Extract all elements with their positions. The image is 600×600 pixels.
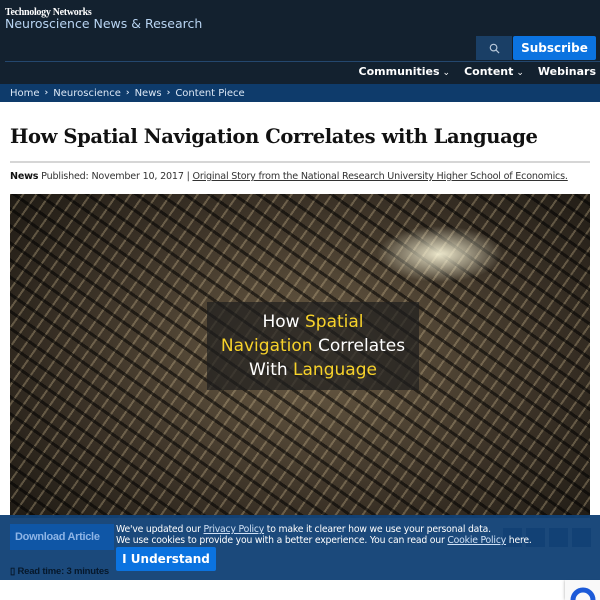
breadcrumb: Home › Neuroscience › News › Content Piece bbox=[0, 84, 600, 102]
hero-image: How Spatial Navigation Correlates With L… bbox=[10, 194, 590, 518]
cookie-policy-link[interactable]: Cookie Policy bbox=[447, 535, 506, 546]
chevron-down-icon: ⌄ bbox=[442, 68, 451, 78]
nav-webinars[interactable]: Webinars bbox=[538, 65, 596, 78]
privacy-policy-link[interactable]: Privacy Policy bbox=[203, 524, 264, 535]
page-title: How Spatial Navigation Correlates with L… bbox=[10, 125, 538, 148]
cookie-text-line-2: We use cookies to provide you with a bet… bbox=[116, 535, 532, 546]
main-nav: Communities ⌄ Content ⌄ Webinars bbox=[359, 65, 596, 78]
breadcrumb-news[interactable]: News bbox=[135, 88, 162, 99]
hero-caption: How Spatial Navigation Correlates With L… bbox=[220, 312, 406, 380]
article-meta: News Published: November 10, 2017 | Orig… bbox=[10, 171, 568, 182]
download-article-button[interactable]: Download Article bbox=[10, 524, 114, 550]
nav-communities[interactable]: Communities ⌄ bbox=[359, 65, 451, 78]
source-link[interactable]: Original Story from the National Researc… bbox=[192, 171, 568, 182]
chevron-down-icon: ⌄ bbox=[516, 68, 524, 78]
subscribe-button[interactable]: Subscribe bbox=[513, 36, 596, 60]
divider bbox=[5, 61, 600, 62]
breadcrumb-neuroscience[interactable]: Neuroscience bbox=[53, 88, 121, 99]
nav-content[interactable]: Content ⌄ bbox=[464, 65, 524, 78]
search-button[interactable] bbox=[476, 36, 512, 60]
read-time: ▯ Read time: 3 minutes bbox=[10, 566, 110, 577]
chevron-right-icon: › bbox=[166, 88, 171, 98]
recaptcha-badge[interactable] bbox=[565, 580, 600, 600]
publish-date: Published: November 10, 2017 | bbox=[41, 171, 190, 182]
divider bbox=[10, 161, 590, 163]
recaptcha-icon bbox=[570, 587, 596, 600]
search-icon bbox=[489, 43, 500, 54]
breadcrumb-home[interactable]: Home bbox=[10, 88, 40, 99]
chevron-right-icon: › bbox=[125, 88, 130, 98]
cookie-text-line-1: We've updated our Privacy Policy to make… bbox=[116, 524, 491, 535]
site-name[interactable]: Neuroscience News & Research bbox=[5, 16, 202, 31]
article-type: News bbox=[10, 171, 39, 182]
chevron-right-icon: › bbox=[44, 88, 49, 98]
i-understand-button[interactable]: I Understand bbox=[116, 547, 216, 571]
site-header: Technology Networks Neuroscience News & … bbox=[0, 0, 600, 84]
breadcrumb-current: Content Piece bbox=[175, 87, 245, 99]
